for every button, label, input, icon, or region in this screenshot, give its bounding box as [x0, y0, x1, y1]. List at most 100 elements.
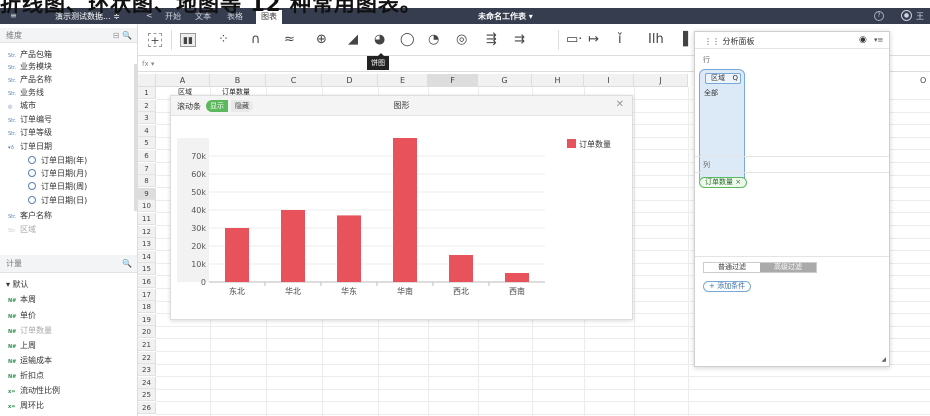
insert-chart-icon[interactable]: +	[148, 33, 162, 47]
measure-item[interactable]: N# 折扣点	[8, 370, 44, 382]
scatter-chart-icon[interactable]: ⁘	[218, 33, 229, 47]
arc-chart-icon[interactable]: ∩	[251, 33, 261, 47]
row-header[interactable]: 22	[138, 351, 156, 364]
map-chart-icon[interactable]: ◎	[456, 33, 467, 47]
dimension-item[interactable]: Str. 客户名称	[8, 210, 52, 222]
column-header[interactable]: I	[584, 74, 634, 87]
filter-all-option[interactable]: 全部	[704, 88, 718, 98]
table-chart-icon[interactable]: ▭·	[566, 33, 582, 47]
row-header[interactable]: 1	[138, 87, 156, 99]
gauge-chart-icon[interactable]: ↦	[588, 33, 599, 47]
row-header[interactable]: 26	[138, 402, 156, 414]
field-panel-scrollbar[interactable]	[134, 64, 137, 211]
bar-chart-icon[interactable]: ▮▮	[180, 33, 196, 47]
flow-map-icon[interactable]: ⇶	[486, 33, 497, 47]
folder-default[interactable]: ▾ 默认	[6, 279, 29, 291]
row-header[interactable]: 5	[138, 137, 156, 150]
row-header[interactable]: 3	[138, 112, 156, 125]
search-icon[interactable]: Q	[732, 74, 738, 83]
row-header[interactable]: 20	[138, 326, 156, 339]
y-tick-label: 30k	[191, 224, 206, 233]
column-header[interactable]: D	[322, 74, 378, 87]
measure-item[interactable]: N# 上周	[8, 340, 36, 352]
dimension-item[interactable]: Str. 订单等级	[8, 127, 52, 139]
document-title[interactable]: 未命名工作表 ▾	[478, 11, 533, 22]
bar-华南	[393, 138, 417, 282]
tab-normal-filter[interactable]: 普通过滤	[704, 263, 760, 272]
row-header[interactable]: 8	[138, 175, 156, 188]
close-icon[interactable]: ✕	[616, 99, 624, 110]
help-icon[interactable]: ?	[874, 11, 884, 21]
dimension-item[interactable]: 订单日期(月)	[28, 168, 87, 180]
row-header[interactable]: 21	[138, 339, 156, 351]
row-header[interactable]: 18	[138, 301, 156, 314]
column-header[interactable]: G	[478, 74, 532, 87]
row-header[interactable]: 2	[138, 99, 156, 112]
line-chart-icon[interactable]: ≈	[284, 33, 295, 47]
column-header[interactable]: B	[210, 74, 266, 87]
menu-icon[interactable]: ▾≡	[874, 36, 883, 44]
dimension-item[interactable]: Str. 产品包箱	[8, 49, 52, 61]
panel-drag-icon[interactable]: ⋮⋮	[704, 37, 723, 46]
combo-chart-icon[interactable]: Ilh	[648, 33, 664, 47]
dimension-item[interactable]: 订单日期(日)	[28, 195, 87, 207]
measure-item[interactable]: N# 本周	[8, 294, 36, 306]
row-header[interactable]: 9	[138, 187, 156, 200]
dimension-item[interactable]: Str. 产品名称	[8, 74, 52, 86]
area-chart-icon[interactable]: ◢	[348, 33, 358, 47]
row-header[interactable]: 13	[138, 238, 156, 251]
column-header[interactable]: E	[378, 74, 428, 87]
dimension-item[interactable]: Str. 区域	[8, 224, 36, 236]
add-condition-button[interactable]: + 添加条件	[703, 281, 752, 292]
dimension-item[interactable]: Str. 业务线	[8, 87, 44, 99]
measure-item[interactable]: x= 流动性比例	[8, 385, 60, 397]
column-header[interactable]: C	[266, 74, 322, 87]
measure-item[interactable]: x= 周环比	[8, 400, 44, 412]
measure-item[interactable]: N# 订单数量	[8, 325, 52, 337]
row-header[interactable]: 23	[138, 364, 156, 377]
row-header[interactable]: 16	[138, 276, 156, 288]
column-header[interactable]: J	[634, 74, 688, 87]
funnel-chart-icon[interactable]: ǐ	[618, 33, 622, 47]
user-avatar-icon[interactable]: ●	[901, 10, 912, 21]
dimension-item[interactable]: Str. 订单编号	[8, 114, 52, 126]
radar-chart-icon[interactable]: ⊕	[316, 33, 327, 47]
row-header[interactable]: 14	[138, 250, 156, 263]
row-header[interactable]: 6	[138, 150, 156, 162]
measure-item[interactable]: N# 运输成本	[8, 355, 52, 367]
row-header[interactable]: 15	[138, 263, 156, 276]
dimension-item[interactable]: ▾♁ 订单日期	[8, 141, 52, 153]
column-header[interactable]: H	[532, 74, 584, 87]
search-icon[interactable]: 🔍	[122, 255, 132, 273]
dimension-item[interactable]: Str. 业务模块	[8, 61, 52, 73]
tab-advanced-filter[interactable]: 高级过滤	[760, 263, 816, 272]
more-chart-icon[interactable]: ▐	[678, 33, 688, 47]
dimension-item[interactable]: 订单日期(年)	[28, 155, 87, 167]
dimension-item[interactable]: ◎ 城市	[8, 100, 36, 112]
pie-chart-icon[interactable]: ◕	[374, 33, 385, 47]
row-header[interactable]: 12	[138, 225, 156, 238]
chart-widget[interactable]: 滚动条 显示 隐藏 图形 ✕ 0 10k 20k 30k 40k 50k 60k 70k 东北 华…	[170, 95, 633, 320]
row-header[interactable]: 7	[138, 162, 156, 175]
rose-chart-icon[interactable]: ◔	[428, 33, 439, 47]
user-name[interactable]: 王	[916, 11, 924, 22]
row-header[interactable]: 4	[138, 124, 156, 137]
region-filter-header[interactable]: 区域 Q	[705, 73, 741, 84]
resize-grip-icon[interactable]: ◢	[881, 356, 886, 363]
dimension-tools-icon[interactable]: ⊟ 🔍	[113, 28, 132, 43]
dimension-item[interactable]: 订单日期(周)	[28, 181, 87, 193]
heat-map-icon[interactable]: ⇉	[514, 33, 525, 47]
eye-icon[interactable]: ◉	[859, 35, 867, 45]
donut-chart-icon[interactable]: ◯	[400, 33, 415, 47]
column-header[interactable]: F	[428, 74, 478, 87]
row-header[interactable]: 25	[138, 389, 156, 402]
measure-item[interactable]: N# 单价	[8, 310, 36, 322]
column-header[interactable]: A	[156, 74, 210, 87]
row-header[interactable]: 19	[138, 313, 156, 326]
row-header[interactable]: 10	[138, 200, 156, 213]
row-header[interactable]: 17	[138, 288, 156, 301]
row-header[interactable]: 11	[138, 213, 156, 225]
column-field-tag[interactable]: 订单数量 ×	[699, 177, 748, 188]
dimension-label: 业务模块	[20, 62, 52, 71]
row-header[interactable]: 24	[138, 376, 156, 389]
